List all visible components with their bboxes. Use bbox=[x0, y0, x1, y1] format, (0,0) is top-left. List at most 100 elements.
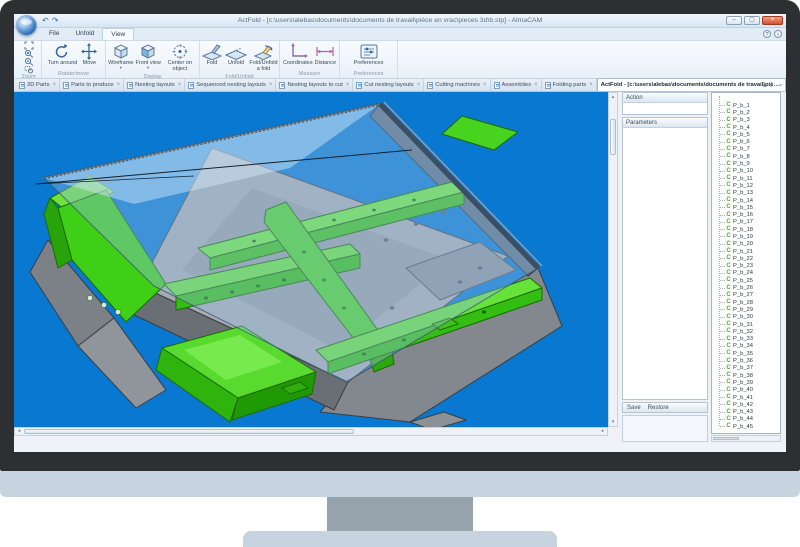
undo-icon[interactable]: ↶ bbox=[42, 16, 52, 25]
document-tab-nesting-layouts-to-cut[interactable]: Nesting layouts to cut× bbox=[276, 79, 353, 91]
tree-item[interactable]: CP_b_27 bbox=[712, 292, 780, 299]
tree-item[interactable]: CP_b_14 bbox=[712, 197, 780, 204]
tree-item[interactable]: CP_b_34 bbox=[712, 343, 780, 350]
tree-scroll-thumb[interactable] bbox=[713, 437, 739, 440]
tree-item[interactable]: CP_b_45 bbox=[712, 423, 780, 430]
viewport-vertical-scrollbar[interactable]: ▴ ▾ bbox=[608, 92, 618, 427]
tree-item[interactable]: CP_b_38 bbox=[712, 372, 780, 379]
close-tab-icon[interactable]: × bbox=[52, 82, 57, 88]
document-tab-parts-to-produce[interactable]: Parts to produce× bbox=[60, 79, 124, 91]
tree-item[interactable]: CP_b_15 bbox=[712, 204, 780, 211]
tree-item[interactable]: CP_b_39 bbox=[712, 379, 780, 386]
tree-item[interactable]: CP_b_17 bbox=[712, 219, 780, 226]
tree-item[interactable]: CP_b_40 bbox=[712, 387, 780, 394]
tree-item[interactable]: CP_b_26 bbox=[712, 284, 780, 291]
tree-item[interactable]: CP_b_5 bbox=[712, 131, 780, 138]
tree-item[interactable]: CP_b_29 bbox=[712, 306, 780, 313]
ribbon-tab-view[interactable]: View bbox=[102, 28, 134, 40]
viewport-3d[interactable] bbox=[14, 92, 608, 427]
save-button[interactable]: Save bbox=[627, 403, 641, 412]
document-tab-3d-parts[interactable]: 3D Parts× bbox=[16, 79, 60, 91]
tree-item[interactable]: CP_b_13 bbox=[712, 190, 780, 197]
tab-scroll-controls[interactable]: ◂ ▸ × bbox=[762, 83, 784, 89]
tree-item[interactable]: CP_b_31 bbox=[712, 321, 780, 328]
document-tab-sequenced-nesting-layouts[interactable]: Sequenced nesting layouts× bbox=[185, 79, 276, 91]
vertical-scroll-thumb[interactable] bbox=[610, 119, 616, 155]
document-tab-cutting-machines[interactable]: Cutting machines× bbox=[424, 79, 490, 91]
close-tab-icon[interactable]: × bbox=[177, 82, 182, 88]
tree-item[interactable]: CP_b_3 bbox=[712, 117, 780, 124]
tree-item[interactable]: CP_b_30 bbox=[712, 314, 780, 321]
close-tab-icon[interactable]: × bbox=[588, 82, 593, 88]
tree-item[interactable]: CP_b_20 bbox=[712, 241, 780, 248]
minimize-button[interactable]: – bbox=[726, 16, 742, 25]
tree-item[interactable]: CP_b_36 bbox=[712, 357, 780, 364]
viewport-horizontal-scrollbar[interactable]: ◂ ▸ bbox=[14, 427, 608, 436]
ribbon-tab-unfold[interactable]: Unfold bbox=[67, 28, 102, 40]
close-tab-icon[interactable]: × bbox=[416, 82, 421, 88]
document-tab-active[interactable]: ActFold - [c:\users\alebas\documents\doc… bbox=[597, 78, 786, 91]
tree-horizontal-scrollbar[interactable] bbox=[711, 435, 781, 442]
scroll-left-icon[interactable]: ◂ bbox=[15, 428, 23, 435]
close-button[interactable]: × bbox=[762, 16, 783, 25]
document-tab-assemblies[interactable]: Assemblies× bbox=[491, 79, 542, 91]
document-tab-folding-parts[interactable]: Folding parts× bbox=[542, 79, 597, 91]
info-icon[interactable]: i bbox=[774, 30, 782, 38]
tree-item[interactable]: CP_b_28 bbox=[712, 299, 780, 306]
document-tab-nesting-layouts[interactable]: Nesting layouts× bbox=[124, 79, 185, 91]
redo-icon[interactable]: ↷ bbox=[52, 16, 62, 25]
move-button[interactable]: Move bbox=[78, 42, 100, 66]
almacam-logo-icon[interactable] bbox=[16, 15, 37, 36]
tree-item[interactable]: CP_b_35 bbox=[712, 350, 780, 357]
tree-item[interactable]: CP_b_37 bbox=[712, 365, 780, 372]
tree-item[interactable]: CP_b_21 bbox=[712, 248, 780, 255]
tree-item[interactable]: CP_b_43 bbox=[712, 408, 780, 415]
restore-button[interactable]: Restore bbox=[648, 403, 669, 412]
coordinates-button[interactable]: Coordinates bbox=[282, 42, 314, 66]
tree-item[interactable]: CP_b_19 bbox=[712, 233, 780, 240]
quick-access-toolbar[interactable]: ↶↷ bbox=[42, 14, 61, 27]
tree-item[interactable]: CP_b_22 bbox=[712, 255, 780, 262]
ribbon-tab-file[interactable]: File bbox=[41, 28, 67, 40]
tree-item[interactable]: CP_b_6 bbox=[712, 138, 780, 145]
front-view-button[interactable]: Front view▾ bbox=[135, 42, 162, 69]
distance-button[interactable]: Distance bbox=[314, 42, 337, 66]
maximize-button[interactable]: ▢ bbox=[744, 16, 760, 25]
tree-item[interactable]: CP_b_42 bbox=[712, 401, 780, 408]
tree-item[interactable]: CP_b_32 bbox=[712, 328, 780, 335]
close-tab-icon[interactable]: × bbox=[268, 82, 273, 88]
tree-item[interactable]: CP_b_33 bbox=[712, 336, 780, 343]
wireframe-button[interactable]: Wireframe▾ bbox=[107, 42, 134, 69]
center-on-object-button[interactable]: Center on object bbox=[162, 42, 198, 73]
tree-item[interactable]: CP_b_10 bbox=[712, 168, 780, 175]
scroll-down-icon[interactable]: ▾ bbox=[609, 418, 617, 426]
tree-item[interactable]: CP_b_7 bbox=[712, 146, 780, 153]
tree-item[interactable]: CP_b_4 bbox=[712, 124, 780, 131]
close-tab-icon[interactable]: × bbox=[116, 82, 121, 88]
tree-item[interactable]: CP_b_16 bbox=[712, 211, 780, 218]
tree-item[interactable]: CP_b_8 bbox=[712, 153, 780, 160]
document-tab-cut-nesting-layouts[interactable]: Cut nesting layouts× bbox=[353, 79, 424, 91]
tree-item[interactable]: CP_b_2 bbox=[712, 109, 780, 116]
tree-item[interactable]: CP_b_23 bbox=[712, 263, 780, 270]
close-tab-icon[interactable]: × bbox=[482, 82, 487, 88]
tree-item[interactable]: CP_b_1 bbox=[712, 102, 780, 109]
scroll-up-icon[interactable]: ▴ bbox=[609, 93, 617, 101]
tree-item[interactable]: CP_b_24 bbox=[712, 270, 780, 277]
tree-item[interactable]: CP_b_41 bbox=[712, 394, 780, 401]
turn-around-button[interactable]: Turn around bbox=[47, 42, 79, 66]
zoom-window-button[interactable] bbox=[23, 66, 35, 73]
close-tab-icon[interactable]: × bbox=[345, 82, 350, 88]
tree-item[interactable]: CP_b_9 bbox=[712, 160, 780, 167]
tree-item[interactable]: CP_b_44 bbox=[712, 416, 780, 423]
tree-item[interactable]: CP_b_12 bbox=[712, 182, 780, 189]
tree-item[interactable]: CP_b_25 bbox=[712, 277, 780, 284]
close-tab-icon[interactable]: × bbox=[533, 82, 538, 88]
fold-unfold-a-fold-button[interactable]: Fold/Unfold a fold bbox=[248, 42, 279, 73]
preferences-button[interactable]: Preferences bbox=[353, 42, 385, 66]
tree-item[interactable]: CP_b_11 bbox=[712, 175, 780, 182]
fold-button[interactable]: Fold bbox=[200, 42, 224, 66]
unfold-button[interactable]: Unfold bbox=[224, 42, 248, 66]
tree-item[interactable]: CP_b_18 bbox=[712, 226, 780, 233]
horizontal-scroll-thumb[interactable] bbox=[24, 429, 354, 434]
